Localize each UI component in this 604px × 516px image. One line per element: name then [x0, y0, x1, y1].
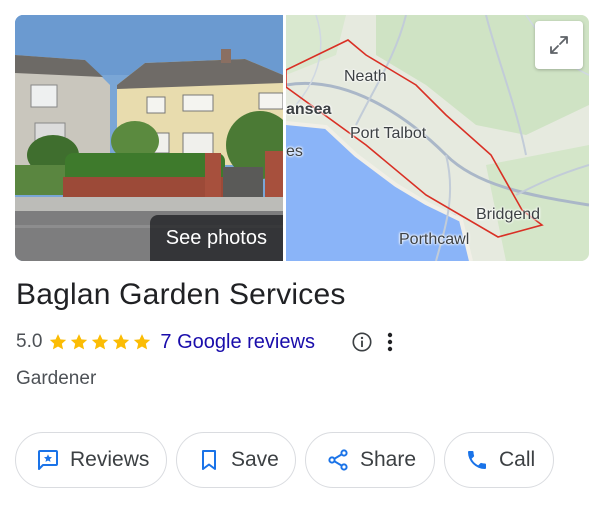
reviews-button-label: Reviews: [70, 448, 150, 471]
save-button[interactable]: Save: [176, 432, 296, 488]
see-photos-button[interactable]: See photos: [149, 215, 283, 261]
google-reviews-link[interactable]: 7 Google reviews: [160, 331, 315, 354]
business-category: Gardener: [16, 368, 97, 389]
media-strip: See photos Neath ansea es Port Talbot Br…: [15, 15, 589, 261]
map-label-porthcawl: Porthcawl: [399, 231, 470, 248]
map-label-swansea-partial: es: [286, 143, 303, 160]
star-icon: [134, 334, 151, 350]
star-icon: [92, 334, 109, 350]
rating-row: 5.0 7 Google reviews: [16, 329, 315, 355]
area-map[interactable]: Neath ansea es Port Talbot Bridgend Port…: [286, 15, 589, 261]
save-button-label: Save: [231, 448, 279, 471]
share-button-label: Share: [360, 448, 417, 471]
call-button[interactable]: Call: [444, 432, 554, 488]
star-icon: [113, 334, 130, 350]
share-icon: [326, 448, 350, 472]
map-label-swansea: ansea: [286, 101, 332, 118]
expand-map-button[interactable]: [535, 21, 583, 69]
star-rating: [48, 332, 152, 352]
map-label-bridgend: Bridgend: [476, 206, 541, 223]
phone-icon: [465, 448, 489, 472]
map-label-neath: Neath: [344, 68, 387, 85]
call-button-label: Call: [499, 448, 536, 471]
bookmark-icon: [197, 448, 221, 472]
business-name: Baglan Garden Services: [16, 278, 346, 311]
rating-value: 5.0: [16, 331, 43, 352]
star-icon: [71, 334, 88, 350]
map-label-port-talbot: Port Talbot: [350, 125, 427, 142]
share-button[interactable]: Share: [305, 432, 435, 488]
reviews-button[interactable]: Reviews: [15, 432, 167, 488]
more-vert-icon[interactable]: [382, 330, 398, 354]
star-icon: [50, 334, 67, 350]
expand-icon: [550, 36, 568, 54]
business-photo[interactable]: See photos: [15, 15, 283, 261]
review-icon: [36, 448, 60, 472]
info-icon[interactable]: [351, 331, 373, 353]
